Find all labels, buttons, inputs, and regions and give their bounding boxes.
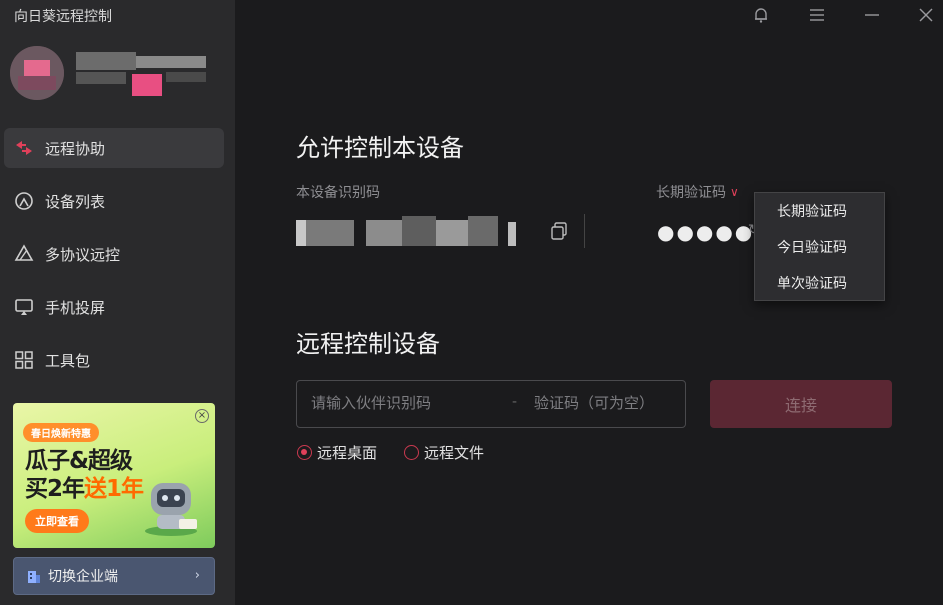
device-id-label: 本设备识别码 (296, 185, 380, 201)
minimize-icon[interactable] (861, 4, 883, 26)
partner-input-group: - (296, 380, 686, 428)
code-type-dropdown: 长期验证码 今日验证码 单次验证码 (754, 192, 885, 301)
notification-bell-icon[interactable] (750, 4, 772, 26)
avatar[interactable] (10, 46, 64, 100)
code-type-selector[interactable]: 长期验证码 ∨ (656, 182, 739, 202)
robot-mascot-icon (145, 483, 197, 536)
promo-tag: 春日焕新特惠 (23, 423, 99, 442)
sidebar-item-device-list[interactable]: 设备列表 (4, 181, 224, 221)
sidebar: 向日葵远程控制 远程协助 设备列表 多协议远控 手机投屏 工具包 × 春日焕新特… (0, 0, 235, 605)
sidebar-item-multi-protocol[interactable]: 多协议远控 (4, 234, 224, 274)
dropdown-option-one-time[interactable]: 单次验证码 (755, 266, 884, 302)
remote-control-title: 远程控制设备 (296, 330, 440, 358)
app-title: 向日葵远程控制 (14, 9, 112, 25)
dropdown-option-today[interactable]: 今日验证码 (755, 230, 884, 266)
radio-label: 远程桌面 (317, 444, 378, 462)
promo-offer-b: 送1年 (84, 476, 144, 502)
radio-unchecked-icon (404, 445, 419, 460)
sidebar-item-label: 工具包 (45, 351, 91, 370)
radio-label: 远程文件 (424, 444, 485, 462)
divider (584, 214, 585, 248)
device-list-icon (13, 190, 35, 212)
toolkit-icon (13, 349, 35, 371)
radio-checked-icon (297, 445, 312, 460)
promo-offer: 买2年送1年 (25, 469, 144, 503)
device-id-blurred (296, 212, 521, 250)
building-icon (28, 571, 40, 583)
promo-banner[interactable]: × 春日焕新特惠 瓜子&超级 买2年送1年 立即查看 (13, 403, 215, 548)
sidebar-item-label: 多协议远控 (45, 245, 121, 264)
close-window-icon[interactable] (915, 4, 937, 26)
promo-offer-a: 买2年 (25, 476, 85, 502)
code-type-label: 长期验证码 (656, 185, 726, 201)
radio-remote-desktop[interactable]: 远程桌面 (297, 442, 377, 463)
radio-remote-file[interactable]: 远程文件 (404, 442, 484, 463)
separator: - (512, 394, 518, 410)
screen-cast-icon (13, 296, 35, 318)
verification-code-input[interactable] (534, 394, 679, 412)
sidebar-item-label: 远程协助 (45, 139, 106, 158)
close-icon[interactable]: × (195, 409, 209, 423)
switch-enterprise-label: 切换企业端 (48, 569, 118, 585)
promo-view-button[interactable]: 立即查看 (25, 509, 89, 533)
username-blurred (76, 52, 216, 100)
remote-assist-icon (13, 137, 35, 159)
dropdown-option-long-term[interactable]: 长期验证码 (755, 194, 884, 230)
sidebar-item-toolkit[interactable]: 工具包 (4, 340, 224, 380)
copy-icon[interactable] (549, 221, 569, 241)
switch-enterprise-button[interactable]: 切换企业端 › (13, 557, 215, 595)
chevron-down-icon: ∨ (730, 185, 739, 199)
multi-protocol-icon (13, 243, 35, 265)
allow-control-title: 允许控制本设备 (296, 134, 464, 162)
sidebar-item-label: 设备列表 (45, 192, 106, 211)
chevron-right-icon: › (194, 568, 200, 583)
sidebar-item-screen-cast[interactable]: 手机投屏 (4, 287, 224, 327)
connect-button[interactable]: 连接 (710, 380, 892, 428)
sidebar-item-remote-assist[interactable]: 远程协助 (4, 128, 224, 168)
sidebar-nav: 远程协助 设备列表 多协议远控 手机投屏 工具包 (4, 128, 224, 393)
partner-id-input[interactable] (311, 394, 501, 412)
menu-icon[interactable] (806, 4, 828, 26)
sidebar-item-label: 手机投屏 (45, 298, 106, 317)
